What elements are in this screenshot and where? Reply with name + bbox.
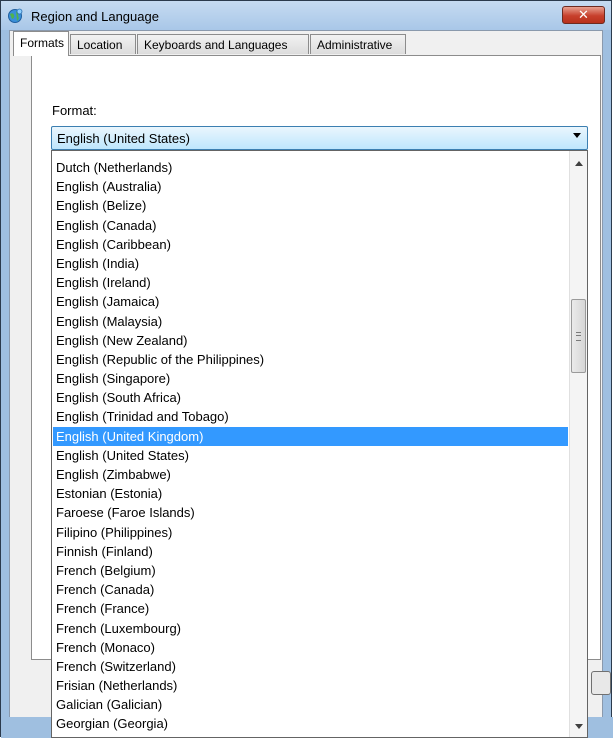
list-item[interactable]: English (Belize) — [53, 196, 568, 215]
grip-icon — [576, 332, 581, 341]
list-item[interactable]: English (Malaysia) — [53, 312, 568, 331]
chevron-down-icon[interactable] — [573, 133, 581, 138]
list-item[interactable]: Galician (Galician) — [53, 695, 568, 714]
list-item[interactable]: French (Belgium) — [53, 561, 568, 580]
close-button[interactable]: ✕ — [562, 6, 605, 24]
tab-administrative[interactable]: Administrative — [310, 34, 406, 54]
list-item[interactable]: English (Zimbabwe) — [53, 465, 568, 484]
scroll-down-arrow-icon[interactable] — [575, 724, 583, 729]
scrollbar-thumb[interactable] — [571, 299, 586, 373]
list-item[interactable]: English (Trinidad and Tobago) — [53, 407, 568, 426]
window-title: Region and Language — [31, 9, 159, 24]
partially-hidden-button[interactable] — [591, 671, 611, 695]
list-item[interactable]: Georgian (Georgia) — [53, 714, 568, 733]
tab-formats[interactable]: Formats — [13, 31, 69, 56]
list-item[interactable]: French (Switzerland) — [53, 657, 568, 676]
list-item[interactable]: English (United Kingdom) — [53, 426, 568, 446]
list-item[interactable]: English (Ireland) — [53, 273, 568, 292]
list-item[interactable]: French (Canada) — [53, 580, 568, 599]
list-item[interactable]: Faroese (Faroe Islands) — [53, 503, 568, 522]
dropdown-scrollbar[interactable] — [569, 151, 587, 737]
list-item[interactable]: Estonian (Estonia) — [53, 484, 568, 503]
tab-location[interactable]: Location — [70, 34, 136, 54]
list-item[interactable]: English (Republic of the Philippines) — [53, 350, 568, 369]
list-item[interactable]: Dutch (Netherlands) — [53, 158, 568, 177]
format-label: Format: — [52, 103, 97, 118]
globe-icon — [8, 8, 23, 23]
list-item[interactable]: French (Monaco) — [53, 638, 568, 657]
list-item[interactable]: French (France) — [53, 599, 568, 618]
format-combobox[interactable]: English (United States) — [51, 126, 588, 150]
dialog-window: Region and Language ✕ Formats Location K… — [0, 0, 613, 738]
list-item[interactable]: English (Australia) — [53, 177, 568, 196]
list-item[interactable]: English (Jamaica) — [53, 292, 568, 311]
list-item[interactable]: Finnish (Finland) — [53, 542, 568, 561]
list-item[interactable]: English (New Zealand) — [53, 331, 568, 350]
list-item[interactable]: English (United States) — [53, 446, 568, 465]
tab-keyboards-and-languages[interactable]: Keyboards and Languages — [137, 34, 309, 54]
list-item[interactable]: English (Caribbean) — [53, 235, 568, 254]
list-item[interactable]: English (India) — [53, 254, 568, 273]
list-item[interactable]: English (South Africa) — [53, 388, 568, 407]
list-item[interactable]: French (Luxembourg) — [53, 619, 568, 638]
format-combobox-value: English (United States) — [57, 131, 190, 146]
list-item[interactable]: English (Singapore) — [53, 369, 568, 388]
scroll-up-arrow-icon[interactable] — [575, 161, 583, 166]
format-dropdown-list[interactable]: Dutch (Netherlands) English (Australia) En… — [51, 150, 588, 738]
list-item[interactable]: English (Canada) — [53, 216, 568, 235]
dropdown-items: Dutch (Netherlands) English (Australia) En… — [53, 158, 568, 734]
list-item[interactable]: Frisian (Netherlands) — [53, 676, 568, 695]
title-bar[interactable]: Region and Language ✕ — [1, 1, 611, 30]
list-item[interactable]: Filipino (Philippines) — [53, 523, 568, 542]
